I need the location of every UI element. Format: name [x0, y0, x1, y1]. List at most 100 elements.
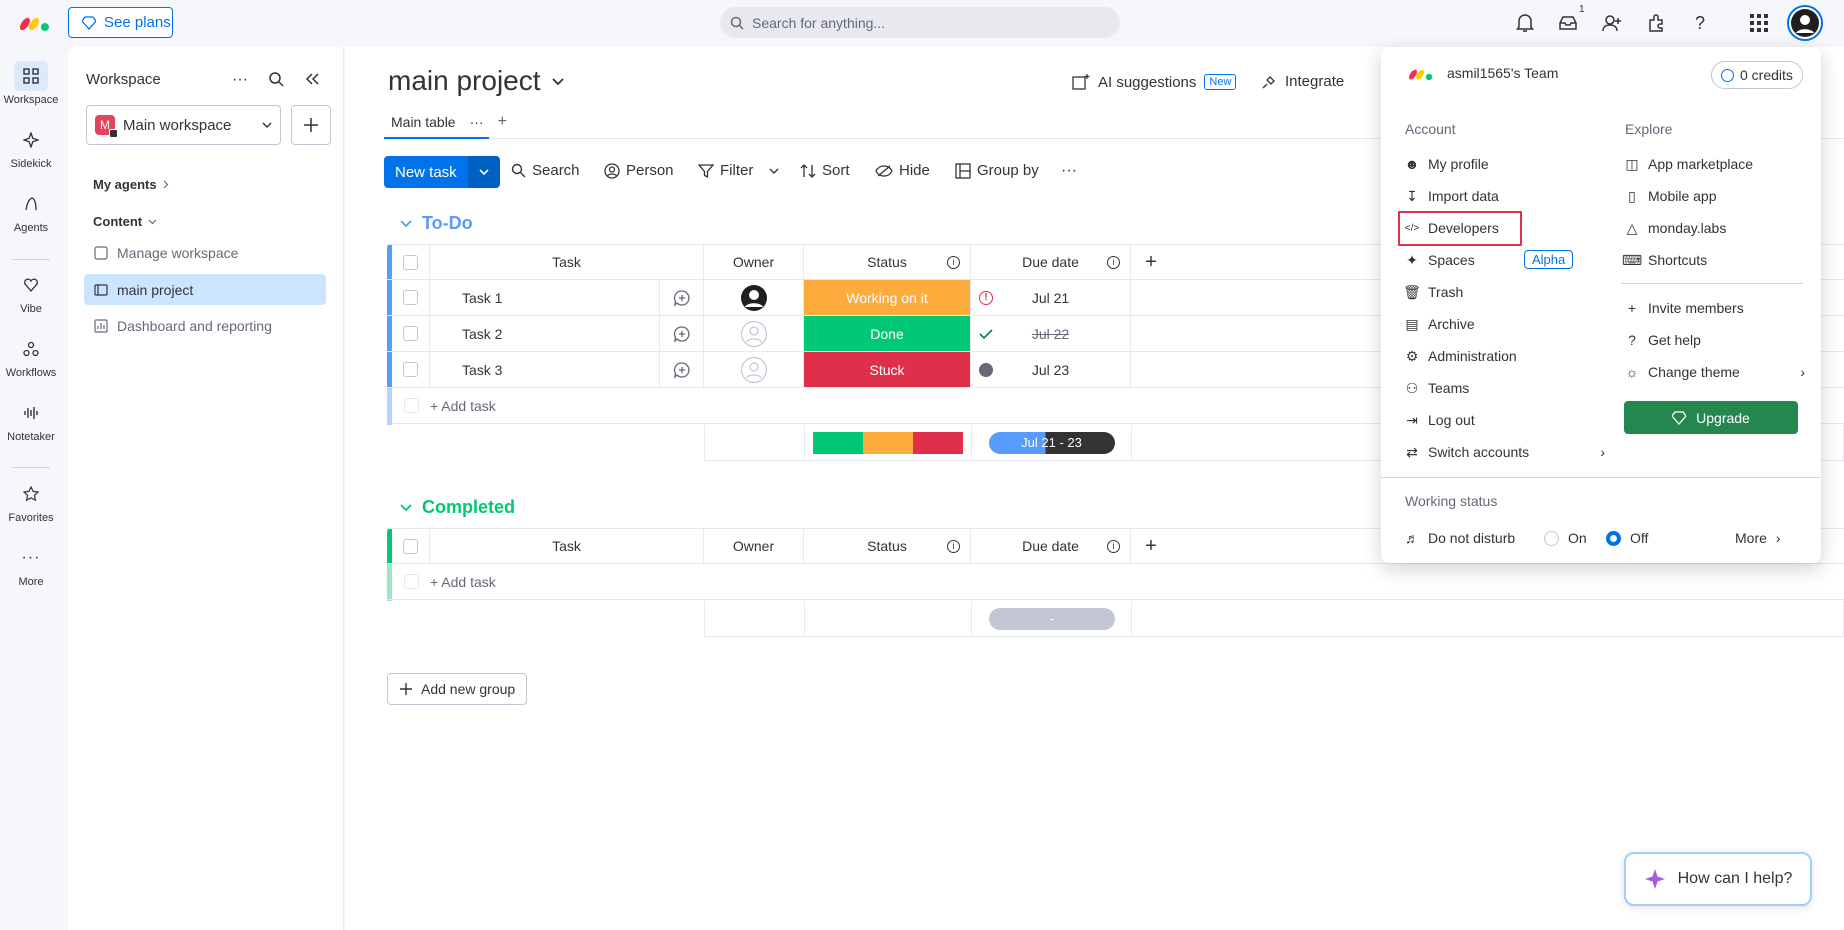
rail-workflows[interactable]: Workflows — [0, 334, 62, 379]
row-checkbox[interactable] — [392, 316, 430, 351]
menu-log-out[interactable]: ⇥ Log out — [1405, 409, 1475, 431]
owner-avatar[interactable] — [704, 280, 804, 315]
menu-my-profile[interactable]: ☻ My profile — [1405, 153, 1489, 175]
workspace-select[interactable]: M Main workspace — [86, 105, 281, 145]
info-icon[interactable]: i — [1107, 255, 1120, 269]
menu-get-help[interactable]: ? Get help — [1625, 329, 1701, 351]
info-icon[interactable]: i — [947, 255, 960, 269]
apps-puzzle-icon[interactable] — [1644, 11, 1668, 35]
add-task-row[interactable]: + Add task — [387, 564, 1844, 600]
new-task-label[interactable]: New task — [384, 156, 468, 188]
dnd-off-radio[interactable]: Off — [1606, 527, 1648, 549]
select-all-checkbox[interactable] — [392, 529, 430, 563]
menu-import-data[interactable]: ↧ Import data — [1405, 185, 1499, 207]
add-new-group-button[interactable]: Add new group — [387, 673, 528, 705]
select-all-checkbox[interactable] — [392, 245, 430, 279]
menu-shortcuts[interactable]: ⌨ Shortcuts — [1622, 249, 1707, 271]
see-plans-button[interactable]: See plans — [68, 7, 173, 38]
toolbar-search[interactable]: Search — [511, 162, 580, 179]
group-title-completed[interactable]: Completed — [400, 497, 515, 518]
collapse-panel-icon[interactable] — [304, 72, 320, 86]
toolbar-more-icon[interactable]: ··· — [1061, 162, 1077, 180]
menu-change-theme[interactable]: ☼ Change theme › — [1625, 361, 1805, 383]
menu-mobile-app[interactable]: ▯ Mobile app — [1625, 185, 1716, 207]
column-status[interactable]: Status i — [804, 529, 971, 563]
add-update-icon[interactable] — [660, 352, 704, 387]
add-column-icon[interactable]: + — [1131, 529, 1171, 563]
rail-workspace[interactable]: Workspace — [0, 61, 62, 106]
menu-invite-members[interactable]: + Invite members — [1625, 297, 1744, 319]
column-task[interactable]: Task — [430, 245, 704, 279]
add-update-icon[interactable] — [660, 316, 704, 351]
info-icon[interactable]: i — [947, 539, 960, 553]
add-view-icon[interactable]: + — [498, 113, 507, 131]
task-name[interactable]: Task 1 — [430, 280, 660, 315]
status-cell[interactable]: Working on it — [804, 280, 971, 315]
global-search-input[interactable]: Search for anything... — [720, 7, 1120, 38]
tab-main-table[interactable]: Main table ··· + — [391, 113, 507, 131]
chevron-down-icon[interactable] — [769, 168, 779, 174]
help-icon[interactable]: ? — [1688, 11, 1712, 35]
row-checkbox[interactable] — [392, 280, 430, 315]
nav-manage-workspace[interactable]: Manage workspace — [84, 237, 326, 268]
workspace-options-icon[interactable]: ··· — [232, 71, 248, 89]
row-checkbox[interactable] — [392, 352, 430, 387]
my-agents-section[interactable]: My agents — [93, 177, 169, 192]
column-owner[interactable]: Owner — [704, 245, 804, 279]
invite-user-icon[interactable] — [1600, 11, 1624, 35]
nav-dashboard[interactable]: Dashboard and reporting — [84, 310, 326, 341]
menu-teams[interactable]: ⚇ Teams — [1405, 377, 1470, 399]
group-title-todo[interactable]: To-Do — [400, 213, 473, 234]
user-avatar[interactable] — [1787, 5, 1823, 41]
board-title[interactable]: main project — [388, 65, 565, 97]
add-item-button[interactable] — [291, 105, 331, 145]
workspace-search-icon[interactable] — [268, 71, 284, 87]
upgrade-button[interactable]: Upgrade — [1624, 401, 1798, 434]
rail-notetaker[interactable]: Notetaker — [0, 398, 62, 443]
task-name[interactable]: Task 3 — [430, 352, 660, 387]
app-grid-icon[interactable] — [1747, 11, 1771, 35]
due-date-cell[interactable]: Jul 23 — [971, 352, 1131, 387]
toolbar-hide[interactable]: Hide — [875, 162, 930, 179]
rail-sidekick[interactable]: Sidekick — [0, 125, 62, 170]
column-owner[interactable]: Owner — [704, 529, 804, 563]
menu-trash[interactable]: 🗑 Trash — [1403, 281, 1463, 303]
menu-switch-accounts[interactable]: ⇄ Switch accounts › — [1405, 441, 1605, 463]
column-due-date[interactable]: Due date i — [971, 245, 1131, 279]
ai-help-button[interactable]: How can I help? — [1624, 852, 1812, 906]
menu-administration[interactable]: ⚙ Administration — [1405, 345, 1517, 367]
status-summary-bar[interactable] — [805, 425, 972, 460]
owner-placeholder-icon[interactable] — [704, 352, 804, 387]
menu-spaces[interactable]: ✦ Spaces — [1405, 249, 1475, 271]
info-icon[interactable]: i — [1107, 539, 1120, 553]
nav-main-project[interactable]: main project — [84, 274, 326, 305]
rail-agents[interactable]: Agents — [0, 189, 62, 234]
toolbar-group-by[interactable]: Group by — [955, 162, 1039, 179]
rail-vibe[interactable]: Vibe — [0, 270, 62, 315]
credits-badge[interactable]: 0 credits — [1711, 61, 1803, 89]
menu-monday-labs[interactable]: △ monday.labs — [1625, 217, 1727, 239]
status-cell[interactable]: Stuck — [804, 352, 971, 387]
status-cell[interactable]: Done — [804, 316, 971, 351]
dnd-on-radio[interactable]: On — [1544, 527, 1587, 549]
menu-archive[interactable]: ▤ Archive — [1405, 313, 1474, 335]
monday-logo[interactable] — [20, 12, 50, 32]
column-task[interactable]: Task — [430, 529, 704, 563]
toolbar-sort[interactable]: Sort — [800, 162, 850, 179]
add-task-input[interactable]: + Add task — [430, 564, 496, 599]
menu-app-marketplace[interactable]: ◫ App marketplace — [1625, 153, 1753, 175]
toolbar-person[interactable]: Person — [604, 162, 674, 179]
toolbar-filter[interactable]: Filter — [698, 162, 779, 179]
content-section[interactable]: Content — [93, 214, 157, 229]
inbox-icon[interactable] — [1556, 11, 1580, 35]
task-name[interactable]: Task 2 — [430, 316, 660, 351]
new-task-button[interactable]: New task — [384, 156, 500, 188]
due-date-cell[interactable]: Jul 22 — [971, 316, 1131, 351]
rail-favorites[interactable]: Favorites — [0, 479, 62, 524]
tab-options-icon[interactable]: ··· — [470, 114, 484, 130]
add-column-icon[interactable]: + — [1131, 245, 1171, 279]
bell-icon[interactable] — [1513, 11, 1537, 35]
due-date-cell[interactable]: ! Jul 21 — [971, 280, 1131, 315]
integrate-button[interactable]: Integrate — [1261, 73, 1344, 90]
owner-placeholder-icon[interactable] — [704, 316, 804, 351]
